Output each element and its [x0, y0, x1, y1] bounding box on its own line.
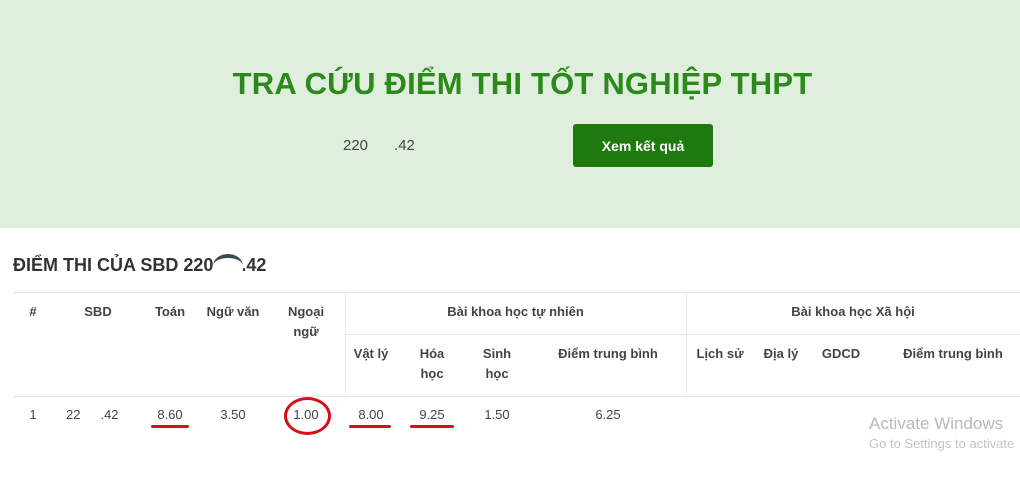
col-header-diem-tb-tn: Điểm trung bình — [558, 346, 658, 361]
sbd-input-suffix: .42 — [394, 137, 415, 154]
view-result-button[interactable]: Xem kết quả — [573, 124, 713, 167]
activate-windows-watermark: Activate Windows — [869, 414, 1004, 433]
sbd-input-text: 220.42 — [343, 137, 415, 154]
sbd-input-prefix: 220 — [343, 137, 369, 154]
group-header-divider — [345, 334, 1020, 335]
search-hero: TRA CỨU ĐIỂM THI TỐT NGHIỆP THPT 220.42 … — [0, 0, 1020, 228]
col-header-sbd: SBD — [84, 304, 112, 319]
result-heading-prefix: ĐIỂM THI CỦA SBD 220 — [13, 255, 214, 275]
col-header-lich-su: Lịch sử — [696, 346, 744, 361]
col-header-vat-ly: Vật lý — [353, 346, 389, 361]
col-header-sinh-hoc: Sinh học — [482, 346, 512, 381]
redaction-mark — [213, 254, 243, 278]
col-header-ngu-van: Ngữ văn — [206, 304, 260, 319]
col-header-hoa-hoc: Hóa học — [419, 346, 445, 381]
col-header-gdcd: GDCD — [821, 346, 861, 361]
cell-diem-tb-tn: 6.25 — [595, 407, 621, 422]
cell-sbd-suffix: .42 — [100, 407, 119, 422]
page-title: TRA CỨU ĐIỂM THI TỐT NGHIỆP THPT — [232, 66, 813, 101]
table-top-border — [13, 292, 1020, 293]
annotation-underline-toan — [151, 425, 189, 428]
annotation-underline-hoa-hoc — [410, 425, 454, 428]
cell-toan: 8.60 — [157, 407, 183, 422]
col-header-dia-ly: Địa lý — [763, 346, 799, 361]
cell-hoa-hoc: 9.25 — [419, 407, 445, 422]
cell-index: 1 — [29, 407, 37, 422]
activate-windows-hint: Go to Settings to activate — [869, 436, 1015, 451]
col-header-diem-tb-xh: Điểm trung bình — [903, 346, 1003, 361]
annotation-underline-vat-ly — [349, 425, 391, 428]
col-group-khxh: Bài khoa học Xã hội — [791, 304, 915, 319]
cell-sinh-hoc: 1.50 — [484, 407, 510, 422]
result-heading-suffix: .42 — [241, 255, 267, 275]
cell-sbd: 22.42 — [66, 405, 130, 425]
annotation-circle-ngoai-ngu — [284, 397, 331, 435]
col-header-toan: Toán — [154, 304, 186, 319]
col-header-index: # — [29, 304, 37, 319]
cell-sbd-prefix: 22 — [66, 407, 81, 422]
cell-ngu-van: 3.50 — [220, 407, 246, 422]
cell-vat-ly: 8.00 — [358, 407, 384, 422]
col-group-khtn: Bài khoa học tự nhiên — [447, 304, 584, 319]
header-bottom-border — [13, 396, 1020, 397]
col-header-ngoai-ngu: Ngoại ngữ — [287, 304, 325, 339]
